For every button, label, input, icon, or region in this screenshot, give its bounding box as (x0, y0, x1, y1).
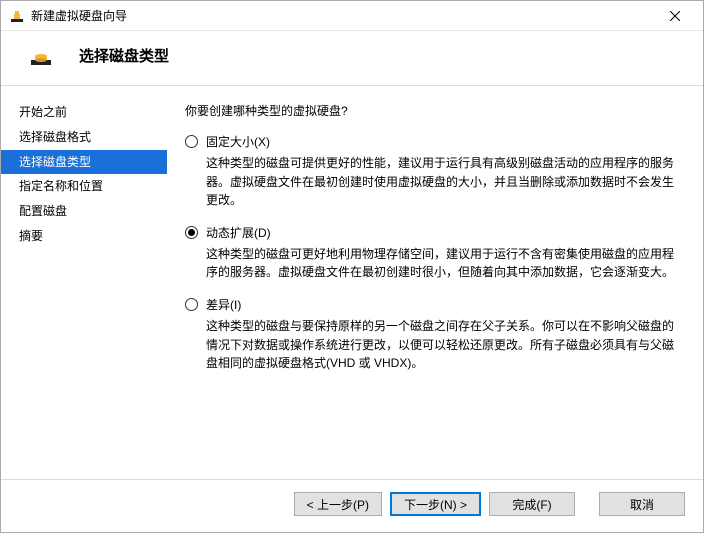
radio-diff[interactable] (185, 298, 198, 311)
radio-dynamic[interactable] (185, 226, 198, 239)
option-diff-desc: 这种类型的磁盘与要保持原样的另一个磁盘之间存在父子关系。你可以在不影响父磁盘的情… (206, 317, 679, 373)
option-dynamic[interactable]: 动态扩展(D) (185, 224, 679, 241)
radio-fixed[interactable] (185, 135, 198, 148)
option-diff[interactable]: 差异(I) (185, 296, 679, 313)
page-title: 选择磁盘类型 (79, 45, 169, 66)
window-title: 新建虚拟硬盘向导 (31, 7, 127, 24)
wizard-icon (9, 8, 25, 24)
step-choose-type[interactable]: 选择磁盘类型 (1, 150, 167, 175)
option-fixed-label: 固定大小(X) (206, 133, 270, 150)
option-diff-label: 差异(I) (206, 296, 241, 313)
option-dynamic-desc: 这种类型的磁盘可更好地利用物理存储空间，建议用于运行不含有密集使用磁盘的应用程序… (206, 245, 679, 282)
titlebar: 新建虚拟硬盘向导 (1, 1, 703, 31)
option-fixed-size[interactable]: 固定大小(X) (185, 133, 679, 150)
step-configure-disk[interactable]: 配置磁盘 (1, 199, 167, 224)
wizard-steps-sidebar: 开始之前 选择磁盘格式 选择磁盘类型 指定名称和位置 配置磁盘 摘要 (1, 86, 167, 479)
option-dynamic-label: 动态扩展(D) (206, 224, 271, 241)
step-name-location[interactable]: 指定名称和位置 (1, 174, 167, 199)
prev-button[interactable]: < 上一步(P) (294, 492, 382, 516)
disk-icon (29, 43, 53, 67)
button-gap (583, 492, 591, 516)
next-button[interactable]: 下一步(N) > (390, 492, 481, 516)
step-before-begin[interactable]: 开始之前 (1, 100, 167, 125)
wizard-main: 你要创建哪种类型的虚拟硬盘? 固定大小(X) 这种类型的磁盘可提供更好的性能，建… (167, 86, 703, 479)
wizard-footer: < 上一步(P) 下一步(N) > 完成(F) 取消 (1, 479, 703, 532)
close-button[interactable] (655, 2, 695, 30)
prompt-text: 你要创建哪种类型的虚拟硬盘? (185, 102, 679, 119)
option-fixed-desc: 这种类型的磁盘可提供更好的性能，建议用于运行具有高级别磁盘活动的应用程序的服务器… (206, 154, 679, 210)
cancel-button[interactable]: 取消 (599, 492, 685, 516)
wizard-header: 选择磁盘类型 (1, 31, 703, 86)
finish-button[interactable]: 完成(F) (489, 492, 575, 516)
step-choose-format[interactable]: 选择磁盘格式 (1, 125, 167, 150)
step-summary[interactable]: 摘要 (1, 224, 167, 249)
